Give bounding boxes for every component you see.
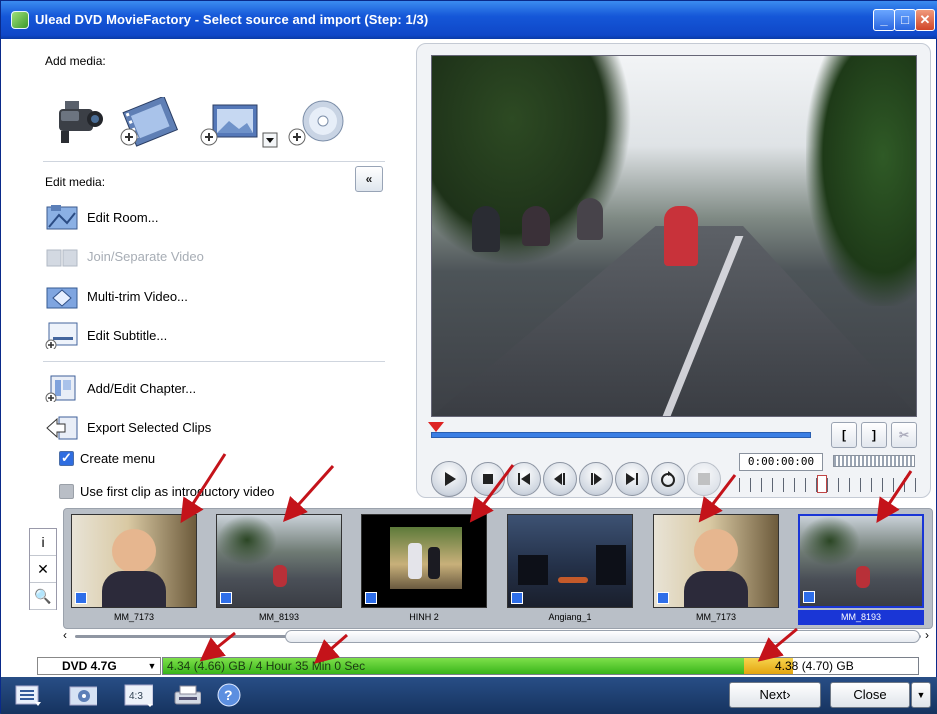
annotation-arrow (757, 627, 798, 662)
annotation-arrow (180, 453, 227, 524)
annotation-arrow (698, 474, 737, 523)
annotation-arrow (313, 633, 348, 664)
annotation-arrows (180, 453, 913, 664)
annotation-arrow (199, 631, 236, 662)
app-window: Ulead DVD MovieFactory - Select source a… (0, 0, 937, 714)
annotation-arrow (469, 464, 515, 523)
annotation-arrow (283, 465, 335, 522)
annotation-arrow (876, 470, 913, 523)
